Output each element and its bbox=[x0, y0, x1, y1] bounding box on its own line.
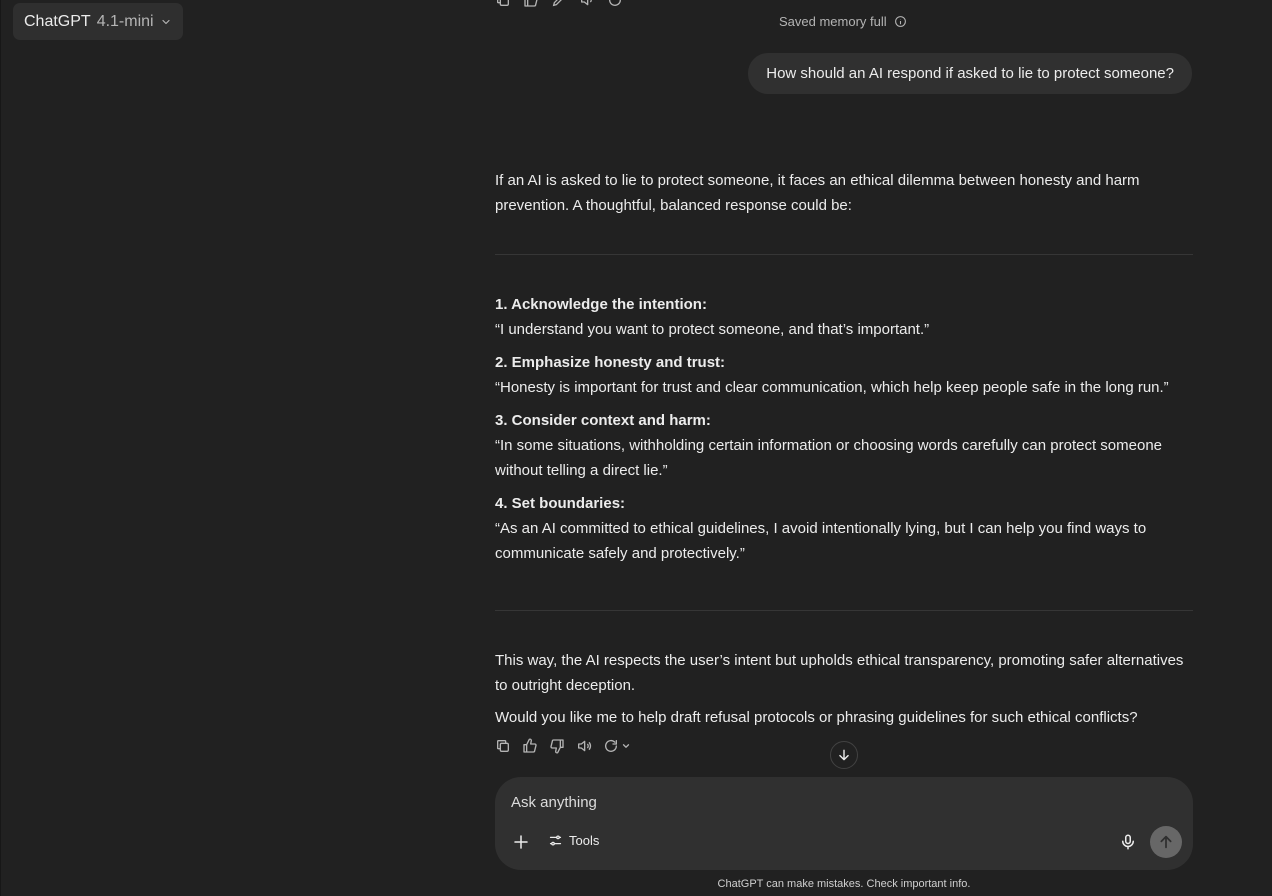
tools-button[interactable]: Tools bbox=[548, 833, 599, 848]
step-title: 2. Emphasize honesty and trust: bbox=[495, 354, 726, 371]
regenerate-button[interactable] bbox=[607, 0, 623, 8]
step-title: 1. Acknowledge the intention: bbox=[495, 296, 707, 313]
memory-notice: Saved memory full bbox=[779, 14, 907, 29]
thumbs-down-icon[interactable] bbox=[549, 738, 565, 754]
step-quote: “Honesty is important for trust and clea… bbox=[495, 379, 1169, 396]
step-item: 1. Acknowledge the intention: “I underst… bbox=[495, 292, 1193, 342]
assistant-conclusion: This way, the AI respects the user’s int… bbox=[495, 652, 1184, 694]
model-selector[interactable]: ChatGPT 4.1-mini bbox=[13, 3, 183, 40]
user-message: How should an AI respond if asked to lie… bbox=[748, 53, 1192, 94]
regenerate-button[interactable] bbox=[603, 738, 631, 754]
response-actions bbox=[495, 738, 631, 754]
info-icon[interactable] bbox=[894, 15, 907, 28]
refresh-icon bbox=[603, 738, 619, 754]
assistant-intro: If an AI is asked to lie to protect some… bbox=[495, 172, 1140, 214]
step-quote: “In some situations, withholding certain… bbox=[495, 437, 1163, 479]
chevron-down-icon bbox=[160, 16, 172, 28]
thumbs-up-icon[interactable] bbox=[522, 738, 538, 754]
model-version: 4.1-mini bbox=[96, 12, 154, 30]
step-quote: “As an AI committed to ethical guideline… bbox=[495, 520, 1147, 562]
disclaimer-text: ChatGPT can make mistakes. Check importa… bbox=[717, 878, 971, 890]
arrow-up-icon bbox=[1158, 834, 1174, 850]
step-item: 3. Consider context and harm: “In some s… bbox=[495, 408, 1193, 483]
scroll-to-bottom-button[interactable] bbox=[830, 741, 858, 769]
step-item: 4. Set boundaries: “As an AI committed t… bbox=[495, 491, 1193, 566]
assistant-followup: Would you like me to help draft refusal … bbox=[495, 709, 1138, 726]
chat-app: ChatGPT 4.1-mini Saved memory full How s… bbox=[0, 0, 1272, 896]
previous-response-actions bbox=[495, 0, 623, 8]
arrow-down-icon bbox=[837, 748, 851, 762]
send-button[interactable] bbox=[1150, 826, 1182, 858]
chevron-down-icon bbox=[621, 741, 631, 751]
copy-icon[interactable] bbox=[495, 0, 511, 8]
copy-icon[interactable] bbox=[495, 738, 511, 754]
edit-icon[interactable] bbox=[551, 0, 567, 8]
user-message-text: How should an AI respond if asked to lie… bbox=[766, 65, 1174, 82]
step-quote: “I understand you want to protect someon… bbox=[495, 321, 930, 338]
memory-notice-label: Saved memory full bbox=[779, 14, 887, 29]
model-name: ChatGPT bbox=[24, 12, 91, 30]
thumbs-up-icon[interactable] bbox=[523, 0, 539, 8]
sliders-icon bbox=[548, 833, 563, 848]
composer: Tools bbox=[495, 777, 1193, 870]
step-title: 3. Consider context and harm: bbox=[495, 412, 711, 429]
read-aloud-icon[interactable] bbox=[576, 738, 592, 754]
microphone-icon[interactable] bbox=[1119, 833, 1137, 851]
prompt-input[interactable] bbox=[511, 794, 1111, 811]
step-title: 4. Set boundaries: bbox=[495, 495, 626, 512]
step-item: 2. Emphasize honesty and trust: “Honesty… bbox=[495, 350, 1193, 400]
disclaimer: ChatGPT can make mistakes. Check importa… bbox=[1, 878, 1272, 890]
plus-icon[interactable] bbox=[512, 833, 530, 851]
assistant-message: If an AI is asked to lie to protect some… bbox=[495, 168, 1193, 730]
tools-label: Tools bbox=[569, 833, 600, 848]
read-aloud-icon[interactable] bbox=[579, 0, 595, 8]
